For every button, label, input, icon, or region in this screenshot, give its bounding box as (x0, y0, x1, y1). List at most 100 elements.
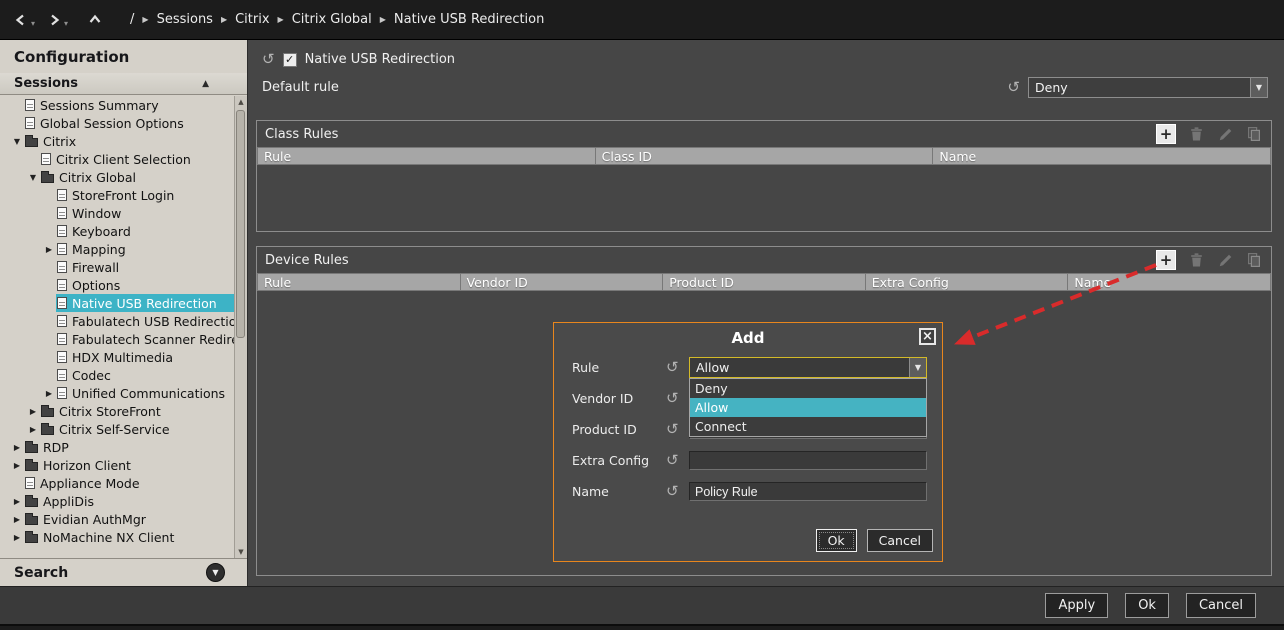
column-header-extra-config[interactable]: Extra Config (866, 273, 1069, 291)
sidebar-item-unified-communications[interactable]: ▶Unified Communications (0, 384, 234, 402)
reset-icon[interactable]: ↺ (666, 422, 689, 437)
delete-button[interactable] (1187, 251, 1205, 269)
sidebar-item-citrix-client-selection[interactable]: Citrix Client Selection (0, 150, 234, 168)
sidebar-item-window[interactable]: Window (0, 204, 234, 222)
expand-search-button[interactable]: ▼ (206, 563, 225, 582)
cancel-button[interactable]: Cancel (1186, 593, 1256, 618)
default-rule-dropdown[interactable]: Deny ▼ (1028, 77, 1268, 98)
extra-config-input[interactable] (689, 451, 927, 470)
dialog-ok-button[interactable]: Ok (816, 529, 857, 552)
chevron-right-icon[interactable]: ▶ (10, 515, 24, 524)
column-header-name[interactable]: Name (1068, 273, 1271, 291)
sidebar-item-evidian-authmgr[interactable]: ▶Evidian AuthMgr (0, 510, 234, 528)
back-history-caret-icon[interactable]: ▾ (31, 19, 35, 28)
sidebar-item-options[interactable]: Options (0, 276, 234, 294)
dialog-cancel-button[interactable]: Cancel (867, 529, 933, 552)
sidebar-item-fabulatech-usb-redirection[interactable]: Fabulatech USB Redirection (0, 312, 234, 330)
sidebar-item-citrix-storefront[interactable]: ▶Citrix StoreFront (0, 402, 234, 420)
sidebar-item-native-usb-redirection[interactable]: Native USB Redirection (0, 294, 234, 312)
sidebar-item-label: NoMachine NX Client (43, 530, 234, 545)
column-header-rule[interactable]: Rule (257, 147, 596, 165)
dropdown-option-deny[interactable]: Deny (690, 379, 926, 398)
sidebar-item-mapping[interactable]: ▶Mapping (0, 240, 234, 258)
sidebar-item-codec[interactable]: Codec (0, 366, 234, 384)
sidebar-item-firewall[interactable]: Firewall (0, 258, 234, 276)
column-header-vendor-id[interactable]: Vendor ID (461, 273, 664, 291)
column-header-rule[interactable]: Rule (257, 273, 461, 291)
column-header-name[interactable]: Name (933, 147, 1271, 165)
reset-icon[interactable]: ↺ (666, 484, 689, 499)
reset-icon[interactable]: ↺ (666, 391, 689, 406)
add-button[interactable]: + (1156, 124, 1176, 144)
sidebar-item-global-session-options[interactable]: Global Session Options (0, 114, 234, 132)
forward-button[interactable] (45, 11, 63, 29)
breadcrumb-item-sessions[interactable]: Sessions (157, 12, 213, 27)
dropdown-option-connect[interactable]: Connect (690, 417, 926, 436)
sidebar-item-hdx-multimedia[interactable]: HDX Multimedia (0, 348, 234, 366)
breadcrumb-root[interactable]: / (130, 12, 134, 27)
chevron-down-icon: ▼ (212, 568, 218, 577)
sidebar-item-label: Window (72, 206, 234, 221)
sidebar-item-keyboard[interactable]: Keyboard (0, 222, 234, 240)
sidebar-item-rdp[interactable]: ▶RDP (0, 438, 234, 456)
sidebar-item-citrix-self-service[interactable]: ▶Citrix Self-Service (0, 420, 234, 438)
sidebar-item-storefront-login[interactable]: StoreFront Login (0, 186, 234, 204)
breadcrumb-item-citrix-global[interactable]: Citrix Global (292, 12, 372, 27)
reset-icon[interactable]: ↺ (1007, 80, 1020, 95)
breadcrumb-item-native-usb-redirection[interactable]: Native USB Redirection (394, 12, 544, 27)
sidebar-item-citrix[interactable]: ▼Citrix (0, 132, 234, 150)
document-icon (57, 279, 67, 291)
sidebar-section-search[interactable]: Search ▼ (0, 558, 247, 586)
scrollbar-thumb[interactable] (236, 110, 245, 338)
forward-history-caret-icon[interactable]: ▾ (64, 19, 68, 28)
apply-button[interactable]: Apply (1045, 593, 1108, 618)
sidebar-scrollbar[interactable]: ▲ ▼ (234, 96, 247, 558)
column-header-class-id[interactable]: Class ID (596, 147, 934, 165)
column-header-product-id[interactable]: Product ID (663, 273, 866, 291)
chevron-right-icon[interactable]: ▶ (26, 425, 40, 434)
chevron-right-icon[interactable]: ▶ (10, 497, 24, 506)
reset-icon[interactable]: ↺ (666, 453, 689, 468)
chevron-right-icon[interactable]: ▶ (10, 533, 24, 542)
reset-icon[interactable]: ↺ (262, 52, 275, 67)
breadcrumb-item-citrix[interactable]: Citrix (235, 12, 269, 27)
name-input[interactable] (689, 482, 927, 501)
delete-button[interactable] (1187, 125, 1205, 143)
chevron-down-icon[interactable]: ▼ (26, 173, 40, 182)
up-button[interactable] (86, 11, 104, 29)
chevron-right-icon[interactable]: ▶ (42, 389, 56, 398)
sidebar-item-citrix-global[interactable]: ▼Citrix Global (0, 168, 234, 186)
edit-button[interactable] (1216, 251, 1234, 269)
edit-button[interactable] (1216, 125, 1234, 143)
ok-button[interactable]: Ok (1125, 593, 1169, 618)
reset-icon[interactable]: ↺ (666, 360, 689, 375)
breadcrumb: / ▶Sessions▶Citrix▶Citrix Global▶Native … (130, 12, 544, 27)
scroll-down-icon[interactable]: ▼ (235, 548, 247, 556)
workspace: Configuration Sessions ▲ Sessions Summar… (0, 40, 1284, 586)
sidebar-item-applidis[interactable]: ▶AppliDis (0, 492, 234, 510)
chevron-right-icon[interactable]: ▶ (42, 245, 56, 254)
sidebar-item-nomachine-nx-client[interactable]: ▶ NoMachine NX Client (0, 528, 234, 546)
sidebar-item-horizon-client[interactable]: ▶Horizon Client (0, 456, 234, 474)
enable-checkbox[interactable]: ✓ (283, 53, 297, 67)
chevron-right-icon[interactable]: ▶ (10, 443, 24, 452)
copy-button[interactable] (1245, 125, 1263, 143)
rule-combobox[interactable]: Allow▼ (689, 357, 927, 378)
scroll-up-icon[interactable]: ▲ (235, 98, 247, 106)
sidebar-item-sessions-summary[interactable]: Sessions Summary (0, 96, 234, 114)
sidebar-item-fabulatech-scanner-redirection[interactable]: Fabulatech Scanner Redirection (0, 330, 234, 348)
sidebar-item-label: Global Session Options (40, 116, 234, 131)
dialog-buttons: Ok Cancel (816, 529, 933, 552)
add-button[interactable]: + (1156, 250, 1176, 270)
copy-button[interactable] (1245, 251, 1263, 269)
chevron-right-icon[interactable]: ▶ (10, 461, 24, 470)
collapse-up-icon[interactable]: ▲ (202, 79, 209, 89)
back-button[interactable] (12, 11, 30, 29)
sidebar-section-sessions[interactable]: Sessions ▲ (0, 73, 247, 95)
pencil-icon (1218, 127, 1233, 142)
dropdown-option-allow[interactable]: Allow (690, 398, 926, 417)
sidebar-item-appliance-mode[interactable]: Appliance Mode (0, 474, 234, 492)
chevron-down-icon[interactable]: ▼ (10, 137, 24, 146)
chevron-right-icon[interactable]: ▶ (26, 407, 40, 416)
sidebar-item-label: Fabulatech Scanner Redirection (72, 332, 234, 347)
